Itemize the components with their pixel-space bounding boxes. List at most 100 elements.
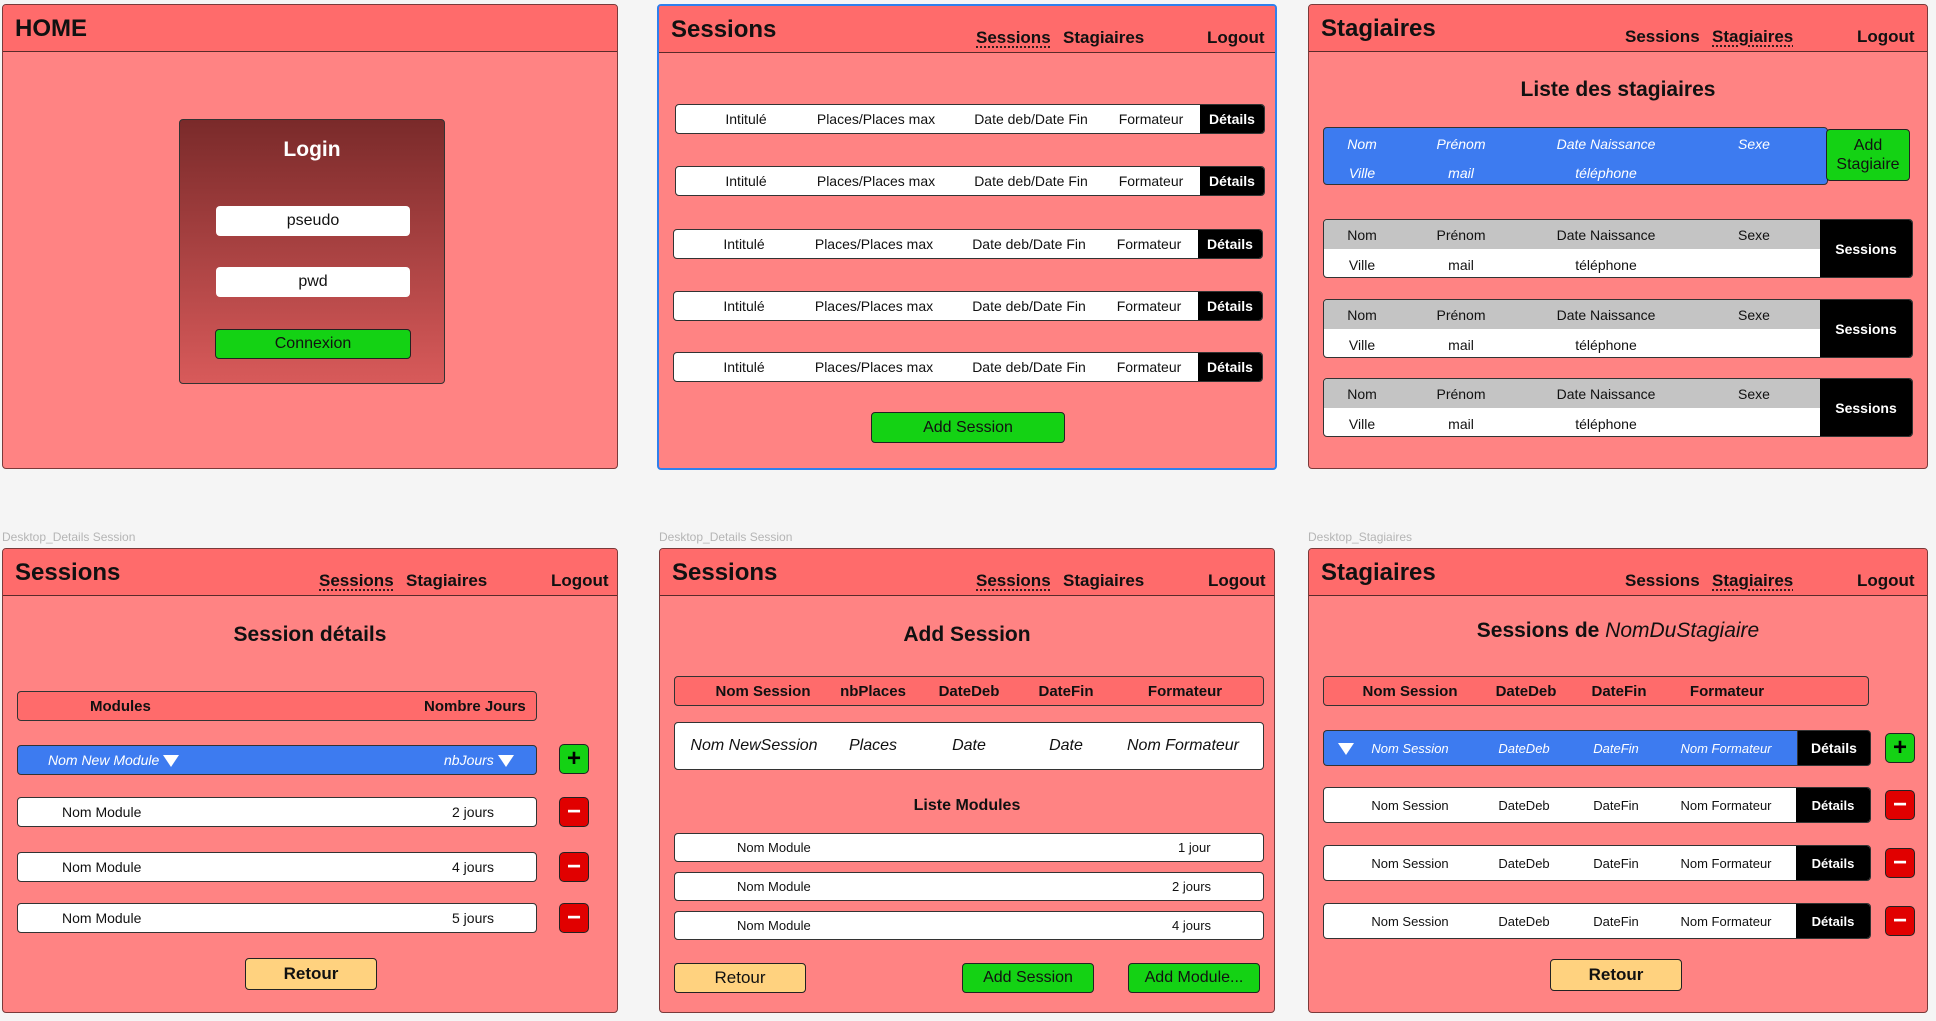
add-session-button[interactable]: Add Session [962,963,1094,993]
trainee-prenom: Prénom [1436,136,1486,152]
trainee-telephone: téléphone [1575,165,1637,181]
sessions-button[interactable]: Sessions [1820,379,1912,436]
heading-stagiaire-name: NomDuStagiaire [1605,619,1760,642]
details-button[interactable]: Détails [1200,105,1264,133]
add-session-plus-button[interactable]: + [1885,733,1915,763]
add-module-button[interactable]: Add Module... [1128,963,1260,993]
add-stagiaire-button[interactable]: Add Stagiaire [1826,129,1910,181]
modules-heading: Liste Modules [913,797,1021,814]
session-datefin: DateFin [1593,856,1639,871]
nav-sessions[interactable]: Sessions [1625,571,1700,591]
trainee-ville: Ville [1348,165,1376,181]
session-dates: Date deb/Date Fin [972,298,1086,314]
details-button[interactable]: Détails [1198,292,1262,320]
module-row: Nom Module 1 jour [674,833,1264,862]
trainee-card-selected[interactable]: Nom Prénom Date Naissance Sexe Ville mai… [1323,127,1828,185]
details-button[interactable]: Détails [1198,353,1262,381]
connexion-button[interactable]: Connexion [215,329,411,359]
nav-logout[interactable]: Logout [1857,571,1915,591]
new-module-select[interactable]: Nom New Module [48,752,180,768]
nav-sessions[interactable]: Sessions [1625,27,1700,47]
sessions-button[interactable]: Sessions [1820,300,1912,357]
trainee-prenom: Prénom [1436,307,1486,323]
module-name: Nom Module [62,804,142,820]
session-dates: Date deb/Date Fin [974,173,1088,189]
nav-stagiaires[interactable]: Stagiaires [1712,571,1793,591]
remove-session-button[interactable]: − [1885,848,1915,878]
nav-logout[interactable]: Logout [551,571,609,591]
retour-button[interactable]: Retour [245,958,377,990]
details-button[interactable]: Détails [1200,167,1264,195]
add-session-table-header: Nom Session nbPlaces DateDeb DateFin For… [674,676,1264,706]
trainee-date-naissance: Date Naissance [1556,386,1656,402]
formateur-input[interactable]: Nom Formateur [1127,737,1239,755]
remove-session-button[interactable]: − [1885,790,1915,820]
stagiaire-sessions-header: Stagiaires Sessions Stagiaires Logout [1309,549,1927,596]
nav-stagiaires[interactable]: Stagiaires [1063,571,1144,591]
trainee-sexe: Sexe [1738,227,1770,243]
session-formateur: Formateur [1116,359,1182,375]
login-panel: Login pseudo pwd Connexion [179,119,445,384]
trainee-telephone: téléphone [1575,257,1637,273]
module-name: Nom Module [737,918,811,933]
plus-icon: + [566,745,581,772]
sessions-button[interactable]: Sessions [1820,220,1912,277]
details-button[interactable]: Détails [1796,846,1870,880]
places-input[interactable]: Places [849,737,897,755]
add-module-plus-button[interactable]: + [559,744,589,774]
add-stagiaire-label-1: Add [1853,137,1883,154]
trainee-nom: Nom [1347,307,1377,323]
datedeb-column-header: DateDeb [1495,683,1557,700]
page-title: Sessions [15,559,121,586]
nav-sessions[interactable]: Sessions [976,571,1051,591]
trainee-ville: Ville [1348,337,1376,353]
trainee-mail: mail [1448,165,1474,181]
session-row: Intitulé Places/Places max Date deb/Date… [673,352,1263,382]
remove-module-button[interactable]: − [559,797,589,827]
frame-caption: Desktop_Details Session [659,530,793,544]
add-stagiaire-label-2: Stagiaire [1836,156,1900,173]
password-input[interactable]: pwd [216,267,410,297]
session-intitule: Intitulé [723,298,765,314]
details-button[interactable]: Détails [1796,788,1870,822]
nav-logout[interactable]: Logout [1207,28,1265,48]
modules-column-header: Modules [90,698,151,715]
module-days: 4 jours [1172,918,1212,933]
nav-logout[interactable]: Logout [1208,571,1266,591]
dropdown-arrow-icon [497,755,514,768]
remove-module-button[interactable]: − [559,903,589,933]
trainee-mail: mail [1448,257,1474,273]
nav-stagiaires[interactable]: Stagiaires [406,571,487,591]
date-deb-input[interactable]: Date [952,737,986,755]
retour-button[interactable]: Retour [1550,959,1682,991]
nav-stagiaires[interactable]: Stagiaires [1712,27,1793,47]
add-session-button[interactable]: Add Session [871,412,1065,443]
stagiaires-heading: Liste des stagiaires [1520,78,1716,101]
nav-sessions[interactable]: Sessions [976,28,1051,48]
trainee-mail: mail [1448,337,1474,353]
date-fin-input[interactable]: Date [1049,737,1083,755]
frame-caption: Desktop_Details Session [2,530,136,544]
retour-button[interactable]: Retour [674,963,806,993]
session-row: Nom Session DateDeb DateFin Nom Formateu… [1323,845,1871,881]
module-row: Nom Module 5 jours [17,903,537,933]
nav-logout[interactable]: Logout [1857,27,1915,47]
dropdown-arrow-icon[interactable] [1338,743,1354,755]
details-button[interactable]: Détails [1198,230,1262,258]
home-frame: HOME Login pseudo pwd Connexion [2,4,618,469]
nav-stagiaires[interactable]: Stagiaires [1063,28,1144,48]
minus-icon: − [566,798,581,825]
new-module-row[interactable]: Nom New Module nbJours [17,745,537,775]
remove-session-button[interactable]: − [1885,906,1915,936]
new-module-days-select[interactable]: nbJours [444,752,514,768]
stagiaires-list-frame: Stagiaires Sessions Stagiaires Logout Li… [1308,4,1928,469]
details-button[interactable]: Détails [1796,904,1870,938]
details-button[interactable]: Détails [1797,730,1871,766]
trainee-sexe: Sexe [1738,386,1770,402]
pseudo-input[interactable]: pseudo [216,206,410,236]
remove-module-button[interactable]: − [559,852,589,882]
session-select-row[interactable]: Nom Session DateDeb DateFin Nom Formateu… [1323,730,1799,766]
nav-sessions[interactable]: Sessions [319,571,394,591]
sessions-header: Sessions Sessions Stagiaires Logout [659,6,1275,53]
nom-session-input[interactable]: Nom NewSession [690,737,817,755]
